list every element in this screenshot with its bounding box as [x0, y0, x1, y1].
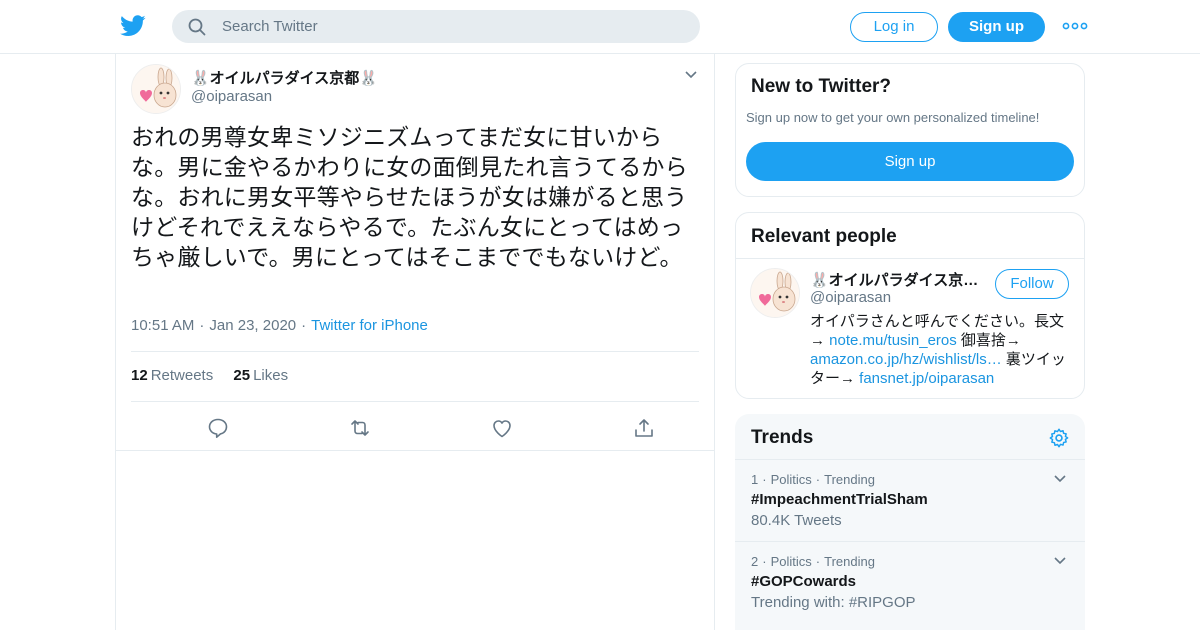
- bio-link[interactable]: note.mu/tusin_eros: [829, 332, 957, 349]
- trend-item[interactable]: 2 · Politics · Trending #GOPCowards Trending…: [735, 541, 1085, 623]
- likes-label: Likes: [253, 367, 289, 384]
- tweet-meta: 10:51 AM · Jan 23, 2020 · Twitter for iPhone: [131, 317, 428, 334]
- retweets-label: Retweets: [150, 367, 214, 384]
- card-title: New to Twitter?: [751, 76, 892, 97]
- likes-count: 25: [233, 367, 251, 384]
- chevron-down-icon[interactable]: [1053, 554, 1067, 568]
- sidebar-signup-button[interactable]: Sign up: [746, 142, 1074, 181]
- search-icon: [188, 18, 206, 36]
- tweet-actions: [131, 412, 699, 442]
- trend-name[interactable]: #GOPCowards: [751, 573, 856, 590]
- more-options-icon[interactable]: [1062, 16, 1088, 36]
- avatar[interactable]: [750, 268, 800, 318]
- person-bio: オイパラさんと呼んでください。長文→ note.mu/tusin_eros 御喜…: [810, 312, 1072, 388]
- twitter-logo-icon[interactable]: [120, 14, 146, 38]
- tweet-text: おれの男尊女卑ミソジニズムってまだ女に甘いからな。男に金やるかわりに女の面倒見た…: [131, 124, 688, 270]
- person-name[interactable]: 🐰オイルパラダイス京都🐰: [810, 269, 982, 290]
- retweet-icon[interactable]: [348, 416, 372, 440]
- trend-subtitle: Trending with: #RIPGOP: [751, 594, 916, 611]
- card-title: Relevant people: [751, 226, 897, 247]
- retweets-stat[interactable]: 12 Retweets: [131, 367, 213, 384]
- bio-link[interactable]: fansnet.jp/oiparasan: [859, 370, 994, 387]
- tweet-source-link[interactable]: Twitter for iPhone: [311, 317, 428, 334]
- trend-item[interactable]: 1 · Politics · Trending #ImpeachmentTrialSha…: [735, 459, 1085, 541]
- gear-icon[interactable]: [1048, 427, 1070, 449]
- follow-button[interactable]: Follow: [995, 269, 1069, 299]
- tweet-stats: 12 Retweets 25 Likes: [131, 351, 699, 402]
- person-handle[interactable]: @oiparasan: [810, 289, 891, 306]
- search-box[interactable]: [172, 10, 700, 43]
- top-bar: Log in Sign up: [0, 0, 1200, 54]
- author-handle[interactable]: @oiparasan: [191, 88, 272, 105]
- meta-separator: ·: [199, 317, 205, 334]
- chevron-down-icon[interactable]: [1053, 472, 1067, 486]
- card-title: Trends: [751, 427, 814, 448]
- card-subtitle: Sign up now to get your own personalized…: [746, 110, 1040, 125]
- tweet: 🐰オイルパラダイス京都🐰 @oiparasan おれの男尊女卑ミソジニズムってま…: [116, 54, 714, 451]
- trends-card: Trends 1 · Politics · Trending #ImpeachmentT…: [735, 414, 1085, 630]
- trend-tweet-count: 80.4K Tweets: [751, 512, 842, 529]
- trend-name[interactable]: #ImpeachmentTrialSham: [751, 491, 928, 508]
- new-to-twitter-card: New to Twitter? Sign up now to get your …: [735, 63, 1085, 197]
- avatar[interactable]: [131, 64, 181, 114]
- reply-icon[interactable]: [206, 416, 230, 440]
- tweet-time[interactable]: 10:51 AM: [131, 317, 194, 334]
- share-icon[interactable]: [632, 416, 656, 440]
- retweets-count: 12: [131, 367, 148, 384]
- main-column: 🐰オイルパラダイス京都🐰 @oiparasan おれの男尊女卑ミソジニズムってま…: [115, 54, 715, 630]
- meta-separator: ·: [301, 317, 307, 334]
- signup-button[interactable]: Sign up: [948, 12, 1045, 42]
- bio-text: 御喜捨→: [956, 332, 1021, 349]
- login-button[interactable]: Log in: [850, 12, 938, 42]
- like-heart-icon[interactable]: [490, 416, 514, 440]
- likes-stat[interactable]: 25 Likes: [233, 367, 288, 384]
- trend-context: 1 · Politics · Trending: [751, 472, 875, 487]
- search-input[interactable]: [222, 10, 682, 43]
- divider: [736, 258, 1084, 259]
- bunny-avatar-icon: [132, 65, 180, 113]
- bio-link[interactable]: amazon.co.jp/hz/wishlist/ls…: [810, 351, 1002, 368]
- chevron-down-icon[interactable]: [684, 68, 698, 82]
- author-name[interactable]: 🐰オイルパラダイス京都🐰: [191, 67, 378, 88]
- relevant-people-card: Relevant people 🐰オイルパラダイス京都🐰 @oiparasan …: [735, 212, 1085, 399]
- tweet-date[interactable]: Jan 23, 2020: [209, 317, 296, 334]
- trend-context: 2 · Politics · Trending: [751, 554, 875, 569]
- bunny-avatar-icon: [751, 269, 799, 317]
